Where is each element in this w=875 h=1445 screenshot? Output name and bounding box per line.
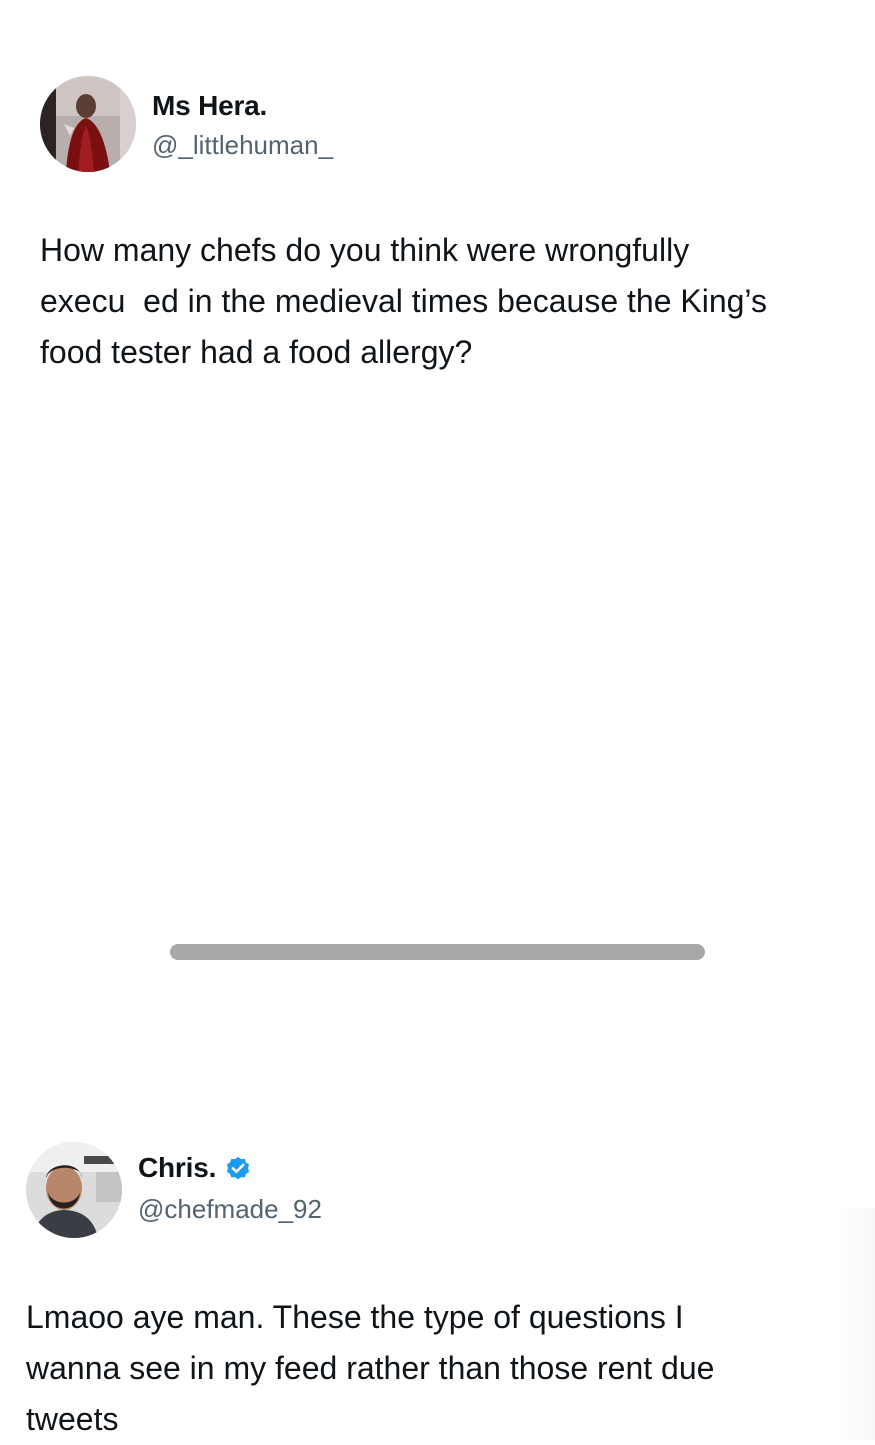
- verified-badge-icon: [224, 1154, 252, 1182]
- avatar-ms-hera[interactable]: [40, 76, 136, 172]
- profile-photo-icon: [26, 1142, 122, 1238]
- display-name-text[interactable]: Ms Hera.: [152, 90, 267, 122]
- tweet-text: Lmaoo aye man. These the type of questio…: [26, 1299, 715, 1437]
- display-name[interactable]: Chris.: [138, 1152, 252, 1184]
- user-handle[interactable]: @_littlehuman_: [152, 130, 333, 161]
- tweet-text: How many chefs do you think were wrongfu…: [40, 232, 767, 370]
- user-handle[interactable]: @chefmade_92: [138, 1194, 322, 1225]
- display-name-text[interactable]: Chris.: [138, 1152, 216, 1184]
- avatar-chris[interactable]: [26, 1142, 122, 1238]
- display-name[interactable]: Ms Hera.: [152, 90, 267, 122]
- profile-photo-icon: [40, 76, 136, 172]
- edge-shadow: [838, 1208, 875, 1440]
- home-indicator[interactable]: [170, 944, 705, 960]
